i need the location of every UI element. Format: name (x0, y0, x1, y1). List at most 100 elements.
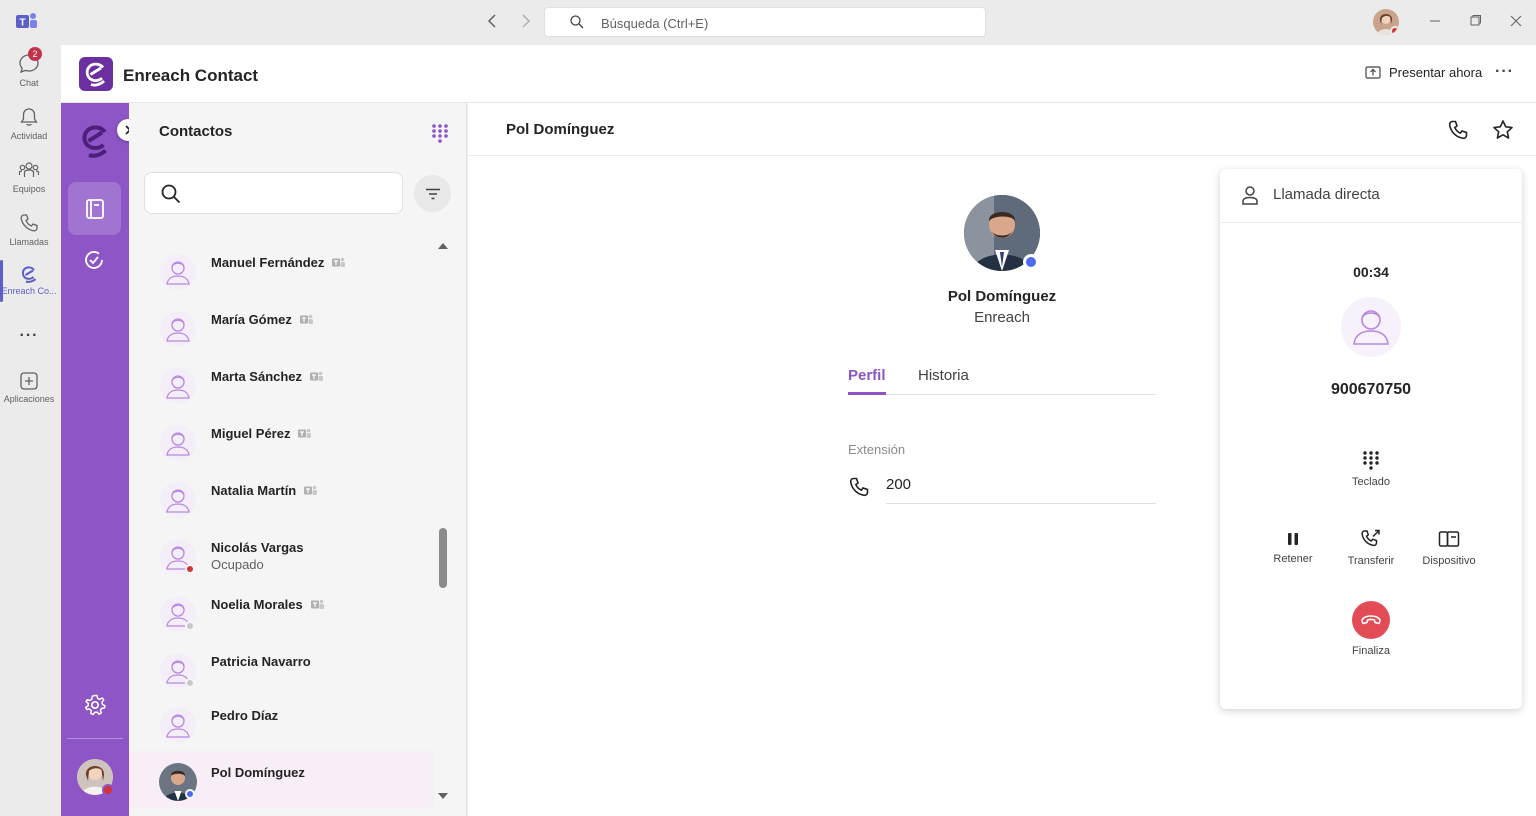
contact-name: Marta Sánchez (211, 369, 324, 384)
teams-icon (18, 162, 40, 177)
present-now-label: Presentar ahora (1389, 65, 1483, 80)
search-placeholder: Búsqueda (Ctrl+E) (601, 16, 709, 31)
caller-number: 900670750 (1330, 381, 1412, 398)
call-button[interactable] (1447, 119, 1469, 141)
rail-item-label: Actividad (10, 131, 48, 141)
contacts-book-icon (85, 198, 104, 219)
user-avatar[interactable] (1373, 9, 1399, 35)
person-icon (1242, 186, 1258, 205)
contact-list-item[interactable]: Nicolás Vargas Ocupado (129, 526, 434, 583)
rail-item-chat[interactable]: 2 Chat (0, 47, 58, 105)
person-placeholder-icon (160, 425, 196, 461)
end-call-label: Finaliza (1352, 645, 1390, 657)
settings-button[interactable] (83, 693, 107, 717)
extension-row[interactable]: 200 (848, 474, 1156, 504)
contacts-search-input[interactable] (144, 172, 403, 214)
favorite-button[interactable] (1492, 119, 1514, 141)
teams-logo-icon: T (16, 11, 38, 31)
active-call-card: Llamada directa 00:34 900670750 Teclado … (1220, 169, 1522, 709)
contact-list-item[interactable]: Noelia Morales (129, 583, 434, 640)
scrollbar-thumb[interactable] (439, 528, 447, 588)
person-placeholder-icon (160, 482, 196, 518)
rail-item-label: Enreach Co... (1, 286, 57, 296)
hold-button[interactable]: Retener (1253, 531, 1333, 565)
contact-name: María Gómez (211, 312, 313, 327)
teams-app-rail: 2 Chat Actividad Equipos Llamadas Enreac… (0, 45, 61, 816)
contact-list-item[interactable]: Natalia Martín (129, 469, 434, 526)
detail-tabs: Perfil Historia (848, 365, 1156, 395)
contact-list-item[interactable]: María Gómez (129, 298, 434, 355)
contact-name-text: Marta Sánchez (211, 369, 303, 384)
minimize-icon[interactable] (1429, 15, 1441, 27)
transfer-button[interactable]: Transferir (1331, 529, 1411, 567)
rail-item-teams[interactable]: Equipos (0, 159, 58, 211)
contact-list-item[interactable]: Manuel Fernández (129, 241, 434, 298)
phone-icon (20, 214, 38, 232)
contact-list-item[interactable]: Pedro Díaz (129, 694, 434, 751)
contact-name: Pedro Díaz (211, 708, 278, 723)
teams-badge-icon (299, 314, 313, 324)
caller-avatar (1341, 297, 1401, 357)
contact-list-item[interactable]: Patricia Navarro (129, 640, 434, 697)
device-label: Dispositivo (1422, 555, 1476, 567)
contact-company: Enreach (974, 309, 1030, 326)
end-call-button[interactable]: Finaliza (1331, 601, 1411, 657)
contact-name-text: Manuel Fernández (211, 255, 325, 270)
share-screen-icon (1365, 65, 1381, 79)
dialpad-grid-icon[interactable] (431, 123, 449, 143)
presence-busy-dot (1390, 26, 1399, 35)
person-placeholder-icon (160, 707, 196, 743)
pause-icon (1288, 533, 1298, 545)
title-bar: T Búsqueda (Ctrl+E) (0, 0, 1536, 45)
device-button[interactable]: Dispositivo (1409, 529, 1489, 567)
rail-item-apps[interactable]: Aplicaciones (0, 371, 58, 423)
contact-name-text: Patricia Navarro (211, 654, 311, 669)
teams-badge-icon (310, 371, 324, 381)
contact-name: Manuel Fernández (211, 255, 346, 270)
contact-name-text: Noelia Morales (211, 597, 303, 612)
contact-status-text: Ocupado (211, 557, 264, 572)
rail-item-activity[interactable]: Actividad (0, 106, 58, 158)
contacts-nav-button[interactable] (68, 182, 121, 235)
present-now-button[interactable]: Presentar ahora (1365, 65, 1482, 80)
tab-history[interactable]: Historia (918, 367, 969, 392)
contact-name-text: Natalia Martín (211, 483, 297, 498)
tab-profile[interactable]: Perfil (848, 367, 886, 395)
scroll-up-arrow-icon[interactable] (436, 241, 450, 251)
rail-more-button[interactable]: ··· (0, 327, 58, 347)
person-placeholder-icon (1353, 310, 1389, 345)
close-icon[interactable] (1510, 15, 1522, 27)
contacts-scrollbar[interactable] (436, 241, 450, 811)
more-options-icon[interactable]: ··· (1495, 63, 1514, 81)
my-presence-busy-dot (102, 784, 114, 796)
phone-icon (849, 477, 869, 497)
teams-badge-icon (298, 428, 312, 438)
detail-header: Pol Domínguez (468, 103, 1536, 156)
enreach-logo-icon (79, 57, 113, 91)
keypad-button[interactable]: Teclado (1331, 450, 1411, 488)
contact-list-item[interactable]: Miguel Pérez (129, 412, 434, 469)
contact-name-text: María Gómez (211, 312, 292, 327)
call-timer: 00:34 (1353, 264, 1389, 280)
presence-dot (185, 789, 195, 799)
rail-item-enreach[interactable]: Enreach Co... (0, 265, 58, 317)
search-icon (570, 15, 584, 29)
extension-label: Extensión (848, 442, 906, 457)
filter-button[interactable] (414, 175, 451, 212)
call-card-header: Llamada directa (1220, 169, 1522, 223)
contact-presence-dot (1023, 254, 1039, 270)
global-search-input[interactable]: Búsqueda (Ctrl+E) (544, 7, 986, 37)
maximize-icon[interactable] (1469, 15, 1481, 27)
hangup-circle (1352, 601, 1390, 639)
status-nav-button[interactable] (82, 248, 106, 272)
contact-list-item[interactable]: Marta Sánchez (129, 355, 434, 412)
scroll-down-arrow-icon[interactable] (436, 791, 450, 801)
rail-item-calls[interactable]: Llamadas (0, 212, 58, 264)
back-arrow-icon[interactable] (486, 13, 500, 29)
contact-list-item[interactable]: Pol Domínguez (129, 751, 434, 808)
enreach-brand-icon (75, 121, 115, 161)
svg-text:T: T (19, 18, 25, 29)
rail-item-label: Aplicaciones (3, 394, 55, 404)
forward-arrow-icon[interactable] (518, 13, 532, 29)
rail-item-label: Chat (19, 78, 39, 88)
